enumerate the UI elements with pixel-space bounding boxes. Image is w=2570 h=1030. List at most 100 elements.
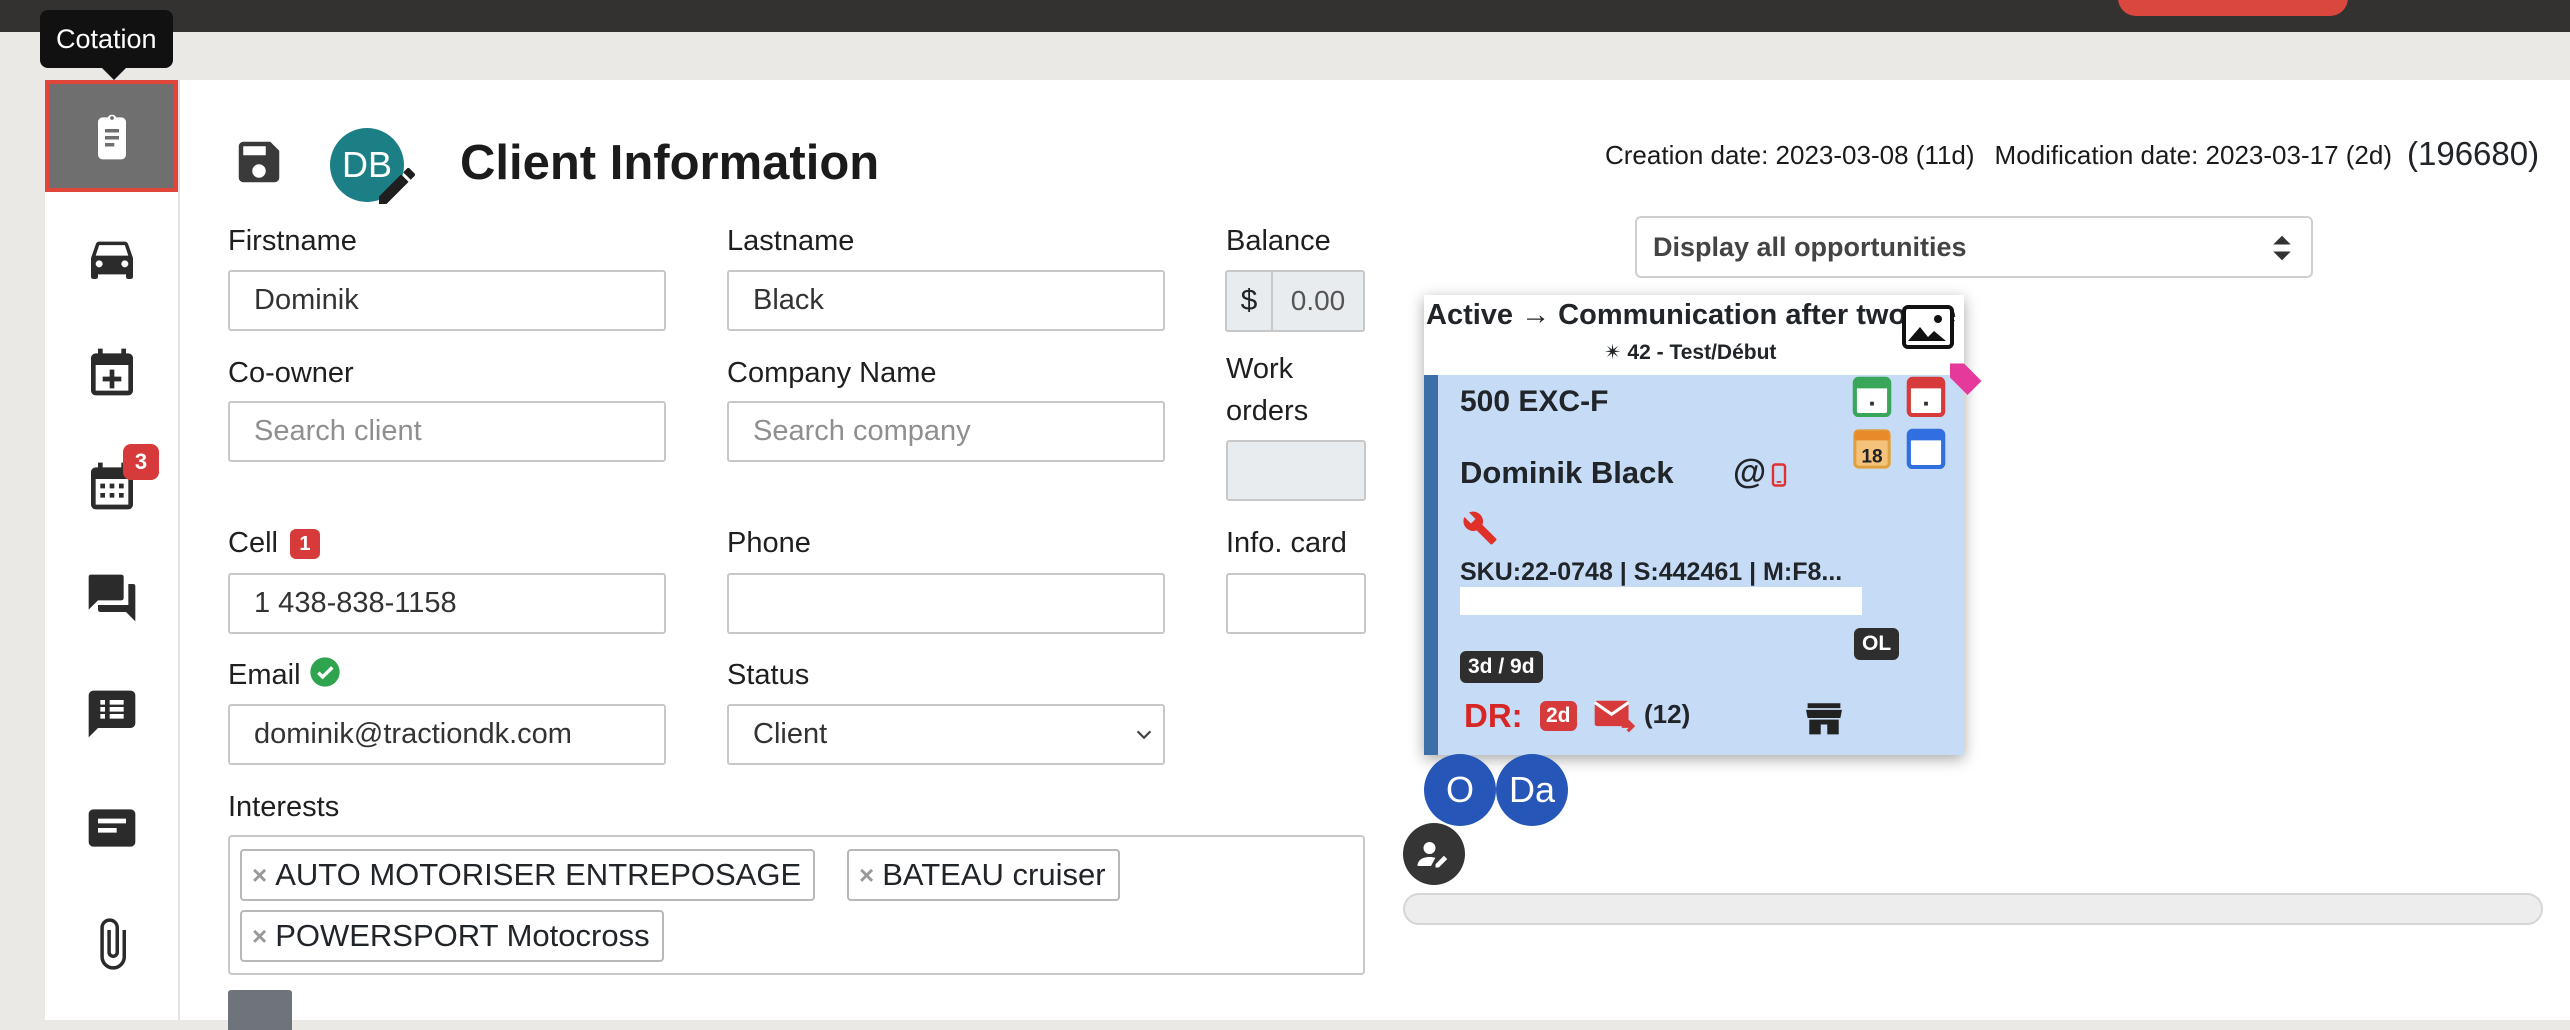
firstname-input[interactable]: Dominik <box>228 270 666 331</box>
check-circle-icon <box>309 657 340 687</box>
balance-label: Balance <box>1226 225 1331 257</box>
user-edit-button[interactable] <box>1403 823 1465 885</box>
workorders-label: Work orders <box>1226 353 1309 427</box>
opportunity-card-body: 500 EXC-F Dominik Black @ SKU:22-0748 | … <box>1424 375 1964 755</box>
mobile-phone-icon <box>1771 463 1787 487</box>
interest-tag[interactable]: × POWERSPORT Motocross <box>240 910 664 962</box>
opportunity-card[interactable]: Active → Communication after two me ✴ 42… <box>1424 295 1964 755</box>
card-icon <box>88 809 135 847</box>
vehicle-name: 500 EXC-F <box>1460 385 1609 418</box>
time-pill: 3d / 9d <box>1460 651 1543 683</box>
email-label: Email <box>228 654 341 696</box>
assignee-avatar[interactable]: O <box>1424 754 1496 826</box>
client-id: (196680) <box>2407 135 2540 172</box>
mail-forward-icon <box>1593 700 1636 733</box>
calendar-date-icon[interactable]: 18 <box>1852 427 1892 469</box>
calendar-badge: 3 <box>123 444 159 480</box>
sidebar-item-attachments[interactable] <box>45 888 178 1000</box>
workorders-field <box>1226 440 1366 501</box>
sku-line: SKU:22-0748 | S:442461 | M:F8... <box>1460 558 1843 586</box>
modification-date: Modification date: 2023-03-17 (2d) <box>1994 140 2393 170</box>
firstname-label: Firstname <box>228 225 357 257</box>
top-bar <box>0 0 2570 32</box>
calendar-red-icon[interactable] <box>1906 375 1946 417</box>
sidebar-item-vehicles[interactable] <box>45 202 178 314</box>
lastname-input[interactable]: Black <box>727 270 1165 331</box>
interests-label: Interests <box>228 791 340 823</box>
dr-badge: 2d <box>1540 701 1577 731</box>
interest-tag[interactable]: × BATEAU cruiser <box>847 849 1120 901</box>
calendar-plus-icon <box>90 348 133 396</box>
infocard-input[interactable] <box>1226 573 1366 634</box>
balance-currency: $ <box>1227 272 1273 330</box>
balance-field: $ 0.00 <box>1225 270 1365 332</box>
sidebar-item-cotation[interactable] <box>45 80 178 192</box>
calendar-green-icon[interactable] <box>1852 375 1892 417</box>
lastname-label: Lastname <box>727 225 855 257</box>
sidebar-item-calendar[interactable]: 3 <box>45 430 178 542</box>
store-icon <box>1806 703 1842 735</box>
interest-tag[interactable]: × AUTO MOTORISER ENTREPOSAGE <box>240 849 816 901</box>
coowner-label: Co-owner <box>228 357 354 389</box>
opportunity-filter-select[interactable]: Display all opportunities <box>1635 216 2313 278</box>
sidebar-item-notes[interactable] <box>45 658 178 770</box>
opportunity-filter-value: Display all opportunities <box>1653 231 1967 262</box>
assignee-avatar[interactable]: Da <box>1496 754 1568 826</box>
tag-icon <box>1950 363 1982 395</box>
remove-tag-icon[interactable]: × <box>252 860 267 891</box>
status-value: Client <box>753 718 828 750</box>
calendar-number: 18 <box>1861 446 1883 467</box>
status-select[interactable]: Client <box>727 704 1165 765</box>
interest-tag-label: BATEAU cruiser <box>882 857 1106 892</box>
chevron-down-icon <box>1136 730 1152 740</box>
phone-input[interactable] <box>727 573 1165 634</box>
phone-label: Phone <box>727 527 811 559</box>
infocard-label: Info. card <box>1226 527 1347 559</box>
clipboard-icon <box>97 114 126 160</box>
tooltip: Cotation <box>40 10 173 80</box>
email-label-text: Email <box>228 659 301 691</box>
creation-date: Creation date: 2023-03-08 (11d) <box>1605 140 1975 170</box>
dr-label: DR: <box>1464 697 1523 734</box>
wrench-icon <box>1463 511 1497 545</box>
sidebar-item-conversations[interactable] <box>45 542 178 654</box>
email-at-icon: @ <box>1733 453 1767 491</box>
balance-value: 0.00 <box>1273 272 1363 330</box>
interests-multiselect[interactable]: × AUTO MOTORISER ENTREPOSAGE × BATEAU crui… <box>228 835 1365 975</box>
calendar-blue-icon[interactable] <box>1906 427 1946 469</box>
opportunity-progress-bar <box>1403 893 2543 925</box>
sidebar: 3 <box>45 80 180 1020</box>
save-icon[interactable] <box>232 135 286 189</box>
status-label: Status <box>727 659 810 691</box>
comment-list-icon <box>88 690 135 738</box>
car-icon <box>90 241 133 279</box>
coowner-search-input[interactable]: Search client <box>228 401 666 462</box>
remove-tag-icon[interactable]: × <box>252 921 267 952</box>
pencil-icon[interactable] <box>373 162 421 210</box>
chat-bubbles-icon <box>88 574 135 622</box>
image-icon[interactable] <box>1902 305 1954 349</box>
opportunity-sub: ✴ 42 - Test/Début <box>1604 341 1777 364</box>
page-title: Client Information <box>460 136 880 190</box>
card-client-name: Dominik Black <box>1460 455 1674 490</box>
interest-tag-label: AUTO MOTORISER ENTREPOSAGE <box>275 857 802 892</box>
sidebar-item-add-appointment[interactable] <box>45 316 178 428</box>
email-input[interactable]: dominik@tractiondk.com <box>228 704 666 765</box>
record-dates: Creation date: 2023-03-08 (11d) Modificat… <box>1605 140 2412 171</box>
top-action-button[interactable] <box>2118 0 2348 16</box>
clear-button[interactable] <box>228 990 292 1030</box>
company-label: Company Name <box>727 357 937 389</box>
sidebar-item-card[interactable] <box>45 772 178 884</box>
card-note-strip <box>1460 587 1862 615</box>
opportunity-stage: Active → Communication after two me <box>1426 299 1957 331</box>
sort-arrows-icon <box>2273 235 2291 261</box>
cell-label: Cell 1 <box>228 522 320 564</box>
cell-label-text: Cell <box>228 527 278 559</box>
message-count: (12) <box>1644 699 1691 729</box>
cell-badge: 1 <box>289 529 320 559</box>
company-search-input[interactable]: Search company <box>727 401 1165 462</box>
ol-pill: OL <box>1854 628 1900 660</box>
remove-tag-icon[interactable]: × <box>859 860 874 891</box>
interest-tag-label: POWERSPORT Motocross <box>275 918 650 953</box>
cell-input[interactable]: 1 438-838-1158 <box>228 573 666 634</box>
